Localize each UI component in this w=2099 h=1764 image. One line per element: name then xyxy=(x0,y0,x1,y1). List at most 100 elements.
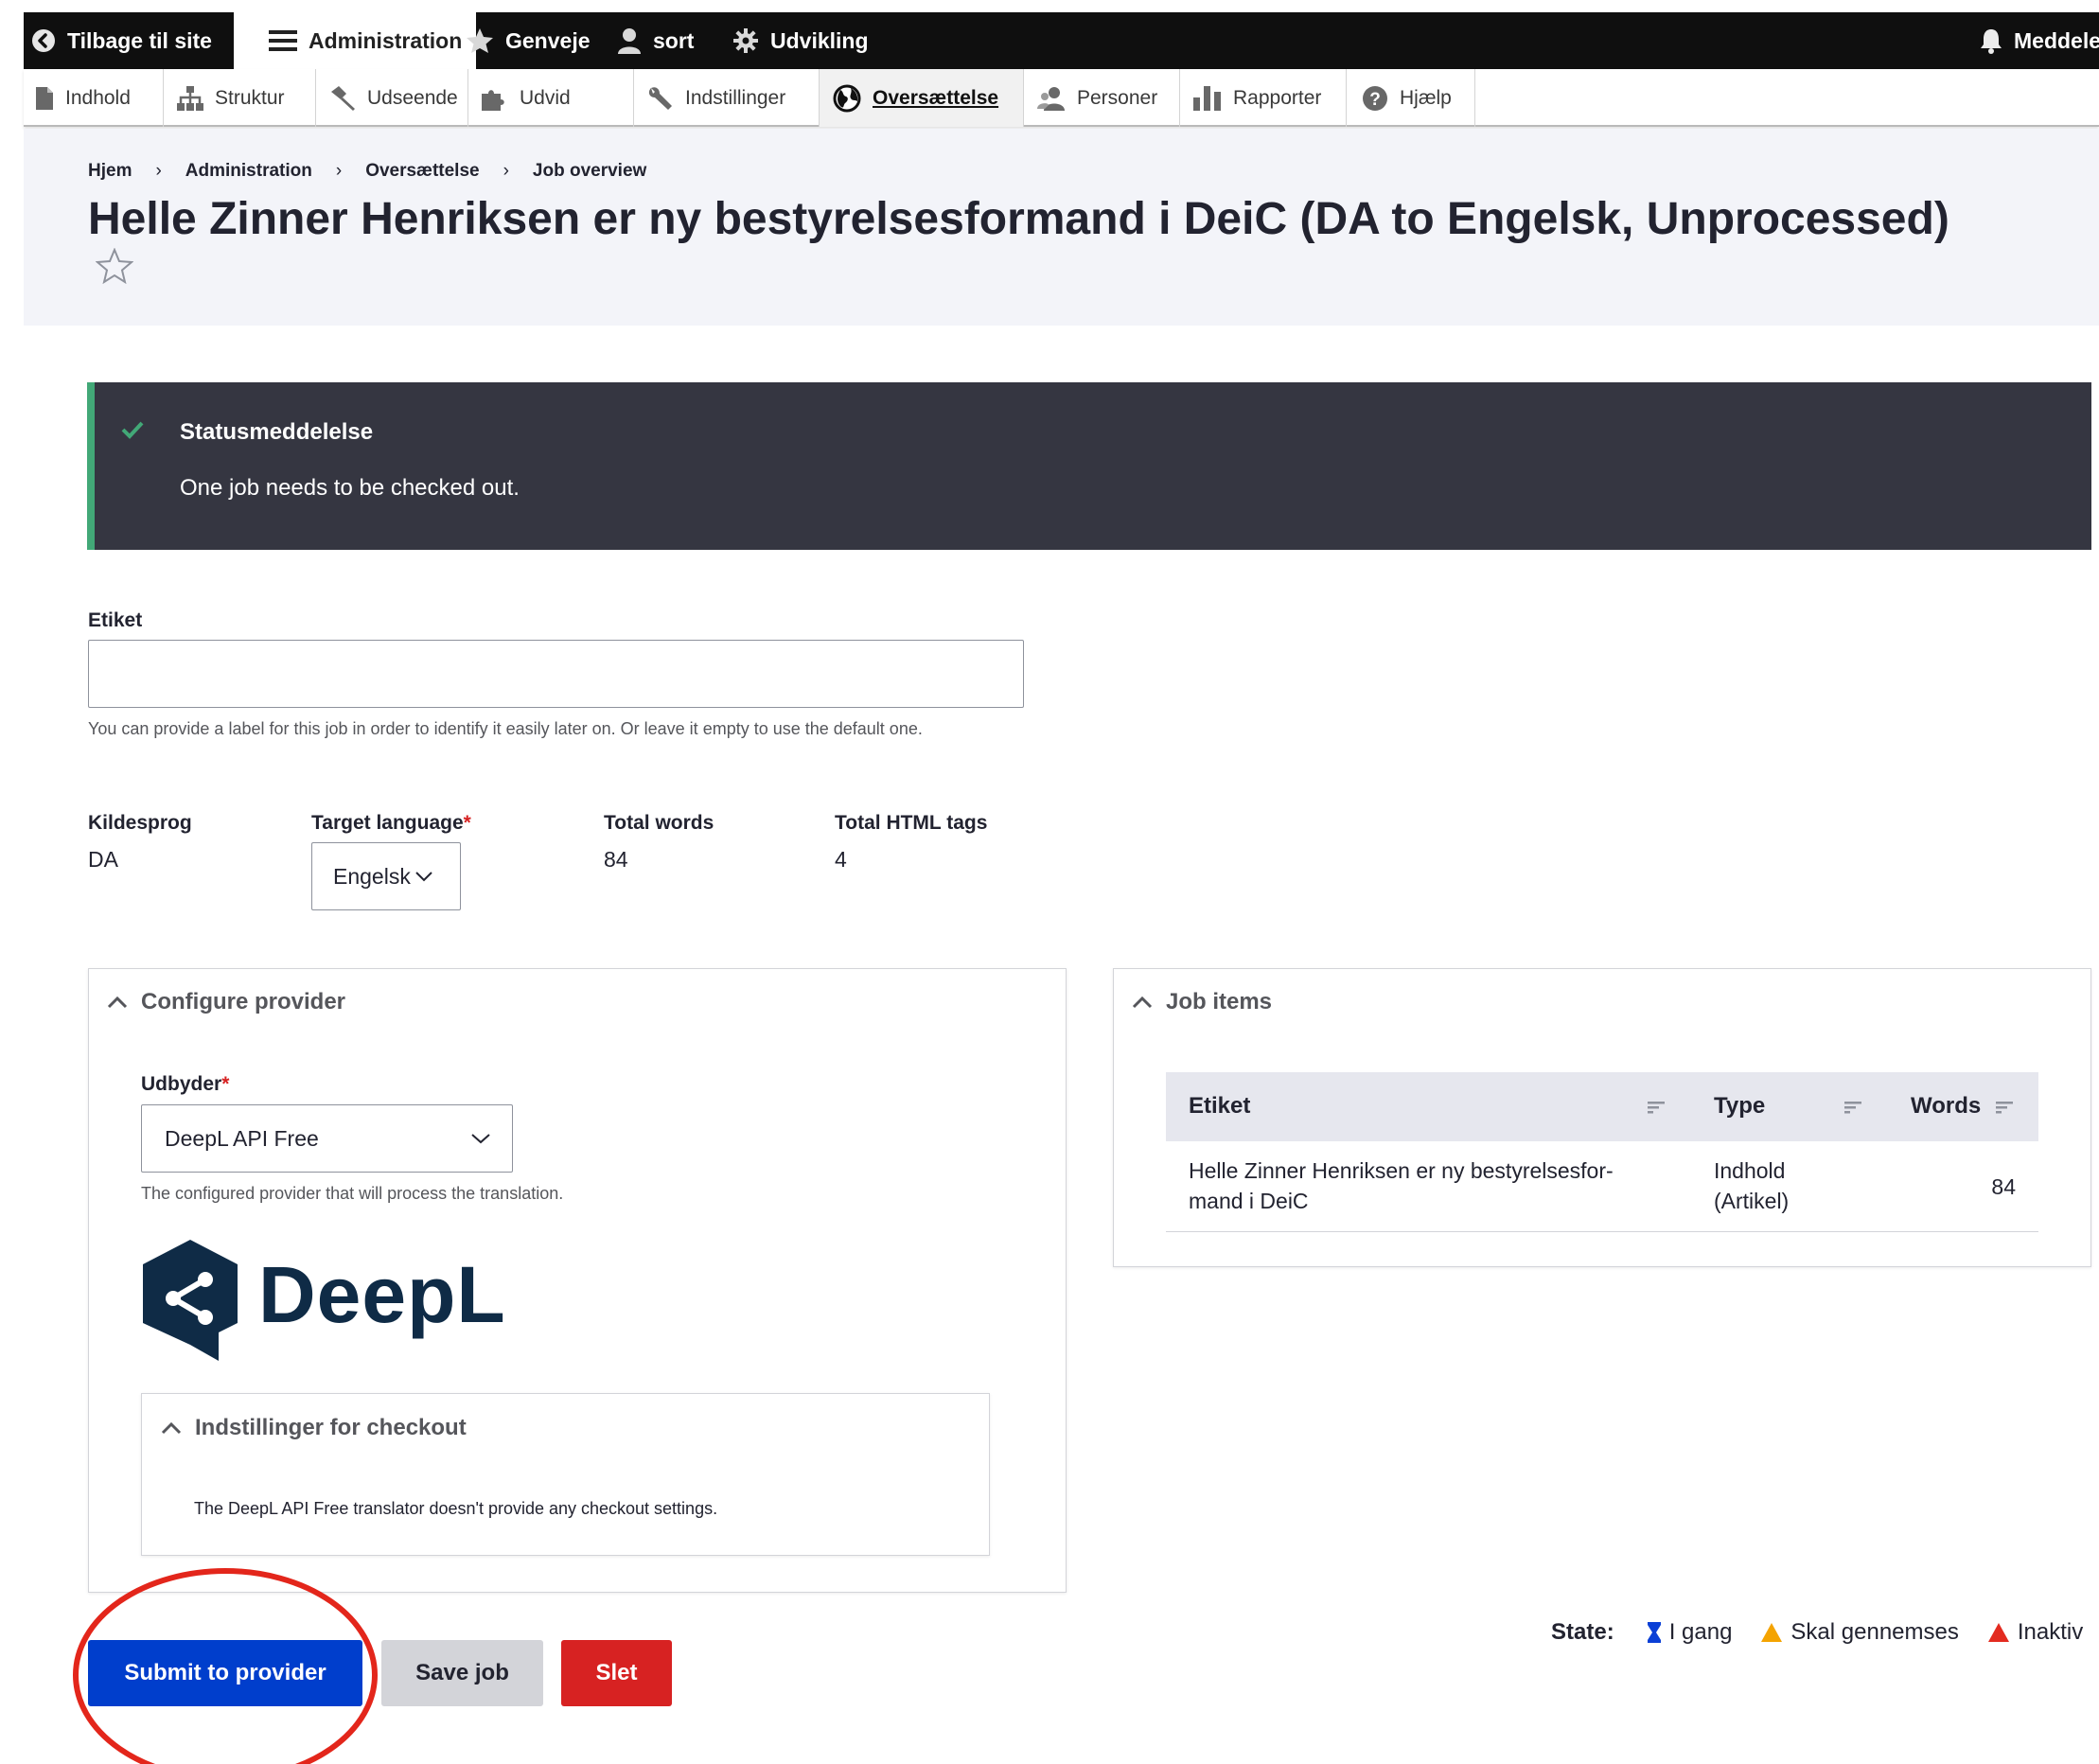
deepl-logo-text: DeepL xyxy=(258,1250,506,1339)
chevron-down-icon xyxy=(470,1132,491,1145)
tray-item-personer[interactable]: Personer xyxy=(1024,69,1180,127)
target-language-select[interactable]: Engelsk xyxy=(311,842,461,910)
chevron-up-icon xyxy=(107,996,128,1009)
column-header-words[interactable]: Words xyxy=(1911,1093,1981,1120)
bell-icon xyxy=(1980,27,2002,54)
required-marker: * xyxy=(463,812,471,834)
job-item-type-line: Indhold xyxy=(1714,1158,1786,1183)
tray-label: Personer xyxy=(1077,86,1158,109)
tray-item-oversaettelse[interactable]: Oversættelse xyxy=(820,69,1024,127)
toolbar-notifications[interactable]: Meddele xyxy=(1980,12,2099,69)
total-html-tags-value: 4 xyxy=(835,847,847,872)
tray-item-indhold[interactable]: Indhold xyxy=(24,69,164,127)
required-marker: * xyxy=(221,1073,230,1095)
star-icon xyxy=(466,27,494,54)
table-header xyxy=(1166,1072,2038,1141)
admin-tray: Indhold Struktur Udseende Udvid Indstill… xyxy=(24,69,2099,127)
people-icon xyxy=(1037,86,1066,111)
tray-item-struktur[interactable]: Struktur xyxy=(164,69,316,127)
provider-selected: DeepL API Free xyxy=(165,1125,319,1151)
job-item-type-line: (Artikel) xyxy=(1714,1189,1790,1213)
document-icon xyxy=(35,86,54,111)
tray-item-rapporter[interactable]: Rapporter xyxy=(1180,69,1347,127)
administration-label: Administration xyxy=(309,27,463,53)
job-item-label-line: mand i DeiC xyxy=(1189,1189,1309,1213)
job-items-title: Job items xyxy=(1166,989,1273,1014)
breadcrumb-link[interactable]: Oversættelse xyxy=(365,161,479,182)
hourglass-icon xyxy=(1647,1621,1662,1644)
svg-text:?: ? xyxy=(1369,90,1381,110)
total-words-label: Total words xyxy=(604,812,714,834)
warning-triangle-icon xyxy=(1760,1622,1783,1643)
job-item-label: Helle Zinner Henriksen er ny bestyrelses… xyxy=(1189,1155,1614,1216)
delete-button[interactable]: Slet xyxy=(561,1640,672,1706)
target-language-label: Target language* xyxy=(311,812,471,835)
state-legend: State: I gang Skal gennemses Inaktiv xyxy=(1551,1619,2083,1646)
tray-label: Udvid xyxy=(520,86,571,109)
job-item-words: 84 xyxy=(1991,1174,2016,1199)
breadcrumb-link[interactable]: Administration xyxy=(185,161,312,182)
user-icon xyxy=(617,27,642,54)
configure-provider-title: Configure provider xyxy=(141,989,346,1014)
wrench-icon xyxy=(647,86,674,111)
bar-chart-icon xyxy=(1193,85,1222,111)
job-items-toggle[interactable]: Job items xyxy=(1132,989,1272,1015)
tray-label: Indhold xyxy=(65,86,131,109)
gear-icon xyxy=(732,27,759,54)
label-input[interactable] xyxy=(88,640,1024,708)
tray-label: Udseende xyxy=(367,86,458,109)
shortcuts-label: Genveje xyxy=(505,27,591,53)
checkout-settings-text: The DeepL API Free translator doesn't pr… xyxy=(194,1499,718,1518)
brush-icon xyxy=(329,85,356,111)
toolbar-devel[interactable]: Udvikling xyxy=(732,12,869,69)
breadcrumb: Hjem › Administration › Oversættelse › J… xyxy=(88,161,646,182)
tray-label: Struktur xyxy=(215,86,285,109)
sort-icon[interactable] xyxy=(1996,1101,2013,1114)
column-header-type[interactable]: Type xyxy=(1714,1093,1765,1120)
page-title: Helle Zinner Henriksen er ny bestyrelses… xyxy=(88,194,1949,244)
configure-provider-toggle[interactable]: Configure provider xyxy=(107,989,345,1015)
deepl-logo-icon xyxy=(141,1238,239,1363)
toolbar-user[interactable]: sort xyxy=(617,12,694,69)
checkout-settings-toggle[interactable]: Indstillinger for checkout xyxy=(161,1415,467,1441)
total-words-value: 84 xyxy=(604,847,628,872)
state-in-progress-label: I gang xyxy=(1668,1619,1733,1645)
breadcrumb-link[interactable]: Hjem xyxy=(88,161,132,182)
back-to-site-label: Tilbage til site xyxy=(67,27,212,53)
tray-item-udseende[interactable]: Udseende xyxy=(316,69,468,127)
admin-toolbar: Tilbage til site Administration Genveje … xyxy=(24,12,2099,69)
state-needs-review-label: Skal gennemses xyxy=(1790,1619,1959,1645)
breadcrumb-separator: › xyxy=(155,161,162,181)
puzzle-icon xyxy=(480,86,508,111)
status-title: Statusmeddelelse xyxy=(180,419,374,445)
status-message xyxy=(87,382,2091,550)
back-arrow-icon xyxy=(31,28,56,53)
tray-label: Rapporter xyxy=(1233,86,1322,109)
column-header-etiket[interactable]: Etiket xyxy=(1189,1093,1250,1120)
provider-label-text: Udbyder xyxy=(141,1073,222,1095)
job-item-label-line: Helle Zinner Henriksen er ny bestyrelses… xyxy=(1189,1158,1614,1183)
sort-icon[interactable] xyxy=(1648,1101,1665,1114)
back-to-site-link[interactable]: Tilbage til site xyxy=(31,12,212,69)
toolbar-administration[interactable]: Administration xyxy=(234,12,476,69)
chevron-up-icon xyxy=(1132,996,1153,1009)
chevron-up-icon xyxy=(161,1421,182,1435)
tray-label: Oversættelse xyxy=(873,86,999,109)
provider-select[interactable]: DeepL API Free xyxy=(141,1104,513,1173)
save-job-button[interactable]: Save job xyxy=(381,1640,543,1706)
source-language-value: DA xyxy=(88,847,118,872)
favorite-star-icon[interactable] xyxy=(96,248,133,284)
provider-label: Udbyder* xyxy=(141,1073,229,1096)
job-item-type: Indhold (Artikel) xyxy=(1714,1155,1789,1216)
tray-item-udvid[interactable]: Udvid xyxy=(468,69,634,127)
sort-icon[interactable] xyxy=(1844,1101,1861,1114)
tray-label: Indstillinger xyxy=(685,86,786,109)
target-language-label-text: Target language xyxy=(311,812,464,834)
tray-item-hjaelp[interactable]: ? Hjælp xyxy=(1347,69,1475,127)
tray-item-indstillinger[interactable]: Indstillinger xyxy=(634,69,820,127)
checkmark-icon xyxy=(121,420,144,439)
provider-description: The configured provider that will proces… xyxy=(141,1184,564,1203)
toolbar-shortcuts[interactable]: Genveje xyxy=(466,12,591,69)
status-text: One job needs to be checked out. xyxy=(180,475,520,501)
checkout-settings-title: Indstillinger for checkout xyxy=(195,1415,467,1440)
